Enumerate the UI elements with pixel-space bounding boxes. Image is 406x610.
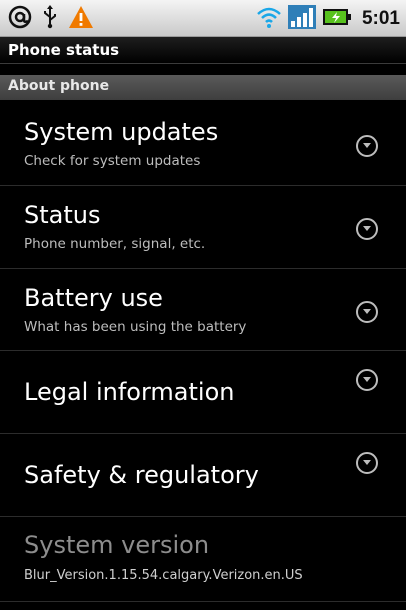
item-title: Legal information	[24, 378, 235, 406]
list-item-legal-information[interactable]: Legal information	[0, 351, 406, 434]
at-sign-icon	[8, 5, 32, 33]
list-item-status[interactable]: Status Phone number, signal, etc.	[0, 186, 406, 269]
status-bar: 5:01	[0, 0, 406, 37]
list-item-safety-regulatory[interactable]: Safety & regulatory	[0, 434, 406, 517]
chevron-down-icon	[356, 369, 378, 391]
item-title: Battery use	[24, 284, 163, 312]
chevron-down-icon	[356, 301, 378, 323]
section-header: About phone	[0, 75, 406, 100]
battery-charging-icon	[322, 5, 352, 33]
list-item-system-updates[interactable]: System updates Check for system updates	[0, 103, 406, 186]
chevron-down-icon	[356, 218, 378, 240]
chevron-down-icon	[356, 135, 378, 157]
usb-icon	[42, 5, 58, 33]
item-title: Status	[24, 201, 101, 229]
item-subtitle: Check for system updates	[24, 153, 201, 169]
clock-time: 5:01	[361, 8, 400, 29]
section-label: About phone	[8, 78, 110, 94]
item-subtitle: Blur_Version.1.15.54.calgary.Verizon.en.…	[24, 568, 303, 583]
item-title: Safety & regulatory	[24, 461, 259, 489]
chevron-down-icon	[356, 452, 378, 474]
wifi-icon	[256, 5, 282, 33]
list-item-battery-use[interactable]: Battery use What has been using the batt…	[0, 269, 406, 351]
warning-icon	[68, 5, 94, 33]
item-subtitle: What has been using the battery	[24, 319, 247, 335]
item-title: System updates	[24, 118, 219, 146]
list-item-system-version: System version Blur_Version.1.15.54.calg…	[0, 517, 406, 602]
title-bar: Phone status	[0, 37, 406, 64]
page-title: Phone status	[8, 41, 120, 59]
item-subtitle: Phone number, signal, etc.	[24, 236, 206, 252]
signal-icon	[287, 5, 316, 33]
item-title: System version	[24, 531, 210, 559]
